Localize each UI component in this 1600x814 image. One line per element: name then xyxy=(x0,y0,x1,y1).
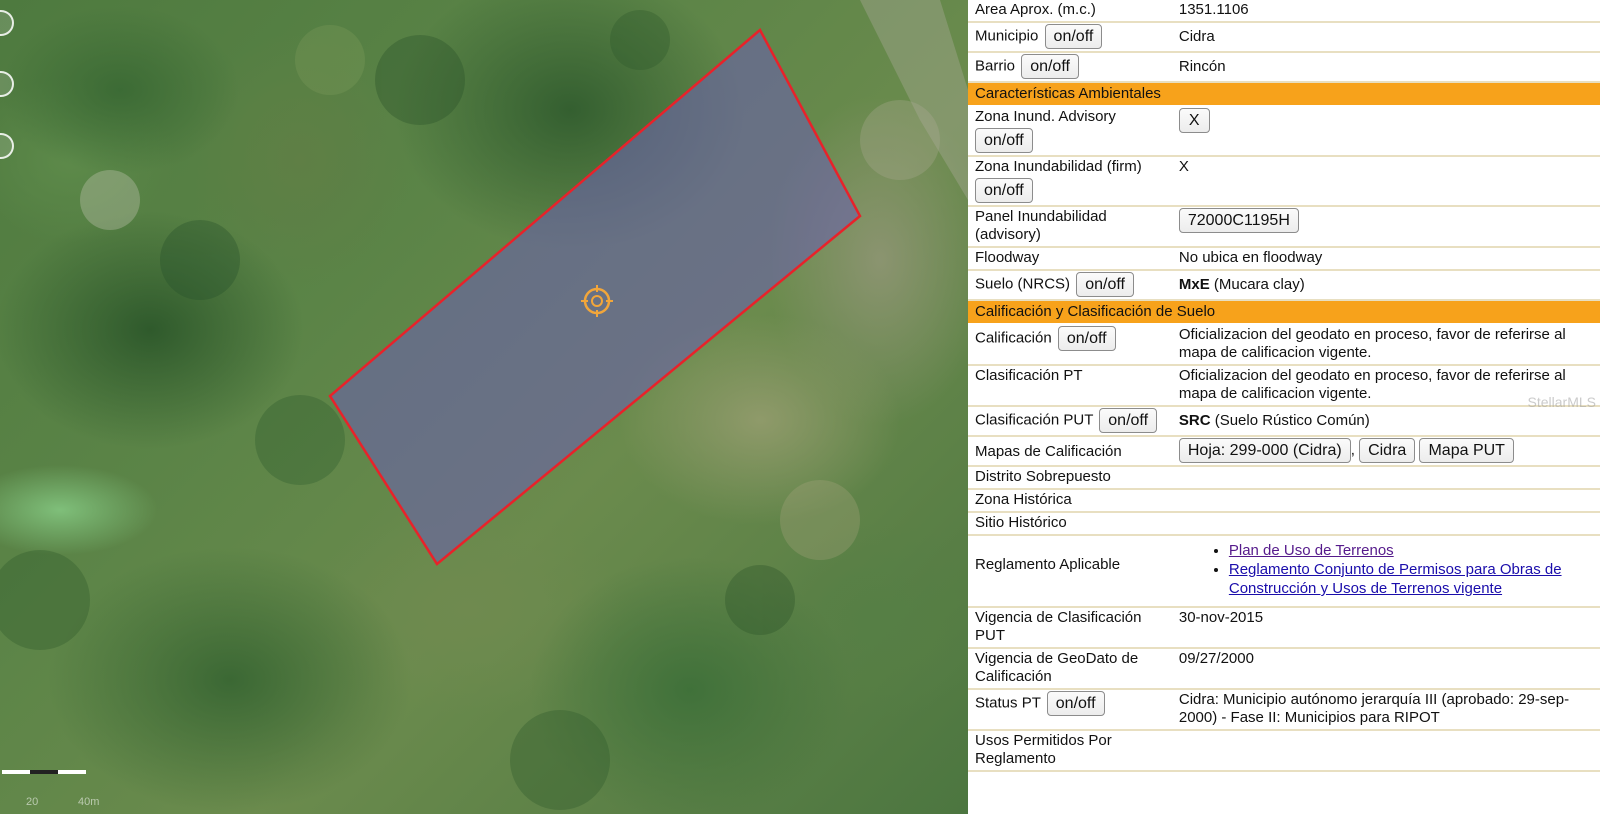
cidra-map-button[interactable]: Cidra xyxy=(1359,438,1416,463)
suelo-code: MxE xyxy=(1178,276,1210,293)
municipio-toggle-button[interactable]: on/off xyxy=(1044,24,1103,49)
row-barrio: Barrio on/off Rincón xyxy=(968,52,1600,83)
usos-label: Usos Permitidos Por Reglamento xyxy=(968,730,1172,772)
reglamento-conjunto-link[interactable]: Reglamento Conjunto de Permisos para Obr… xyxy=(1229,561,1562,597)
calificacion-toggle-button[interactable]: on/off xyxy=(1057,326,1116,351)
row-vigencia-put: Vigencia de Clasificación PUT 30-nov-201… xyxy=(968,607,1600,649)
status-pt-toggle-button[interactable]: on/off xyxy=(1046,691,1105,716)
row-reglamento: Reglamento Aplicable Plan de Uso de Terr… xyxy=(968,535,1600,608)
barrio-value: Rincón xyxy=(1171,52,1600,83)
vigencia-put-value: 30-nov-2015 xyxy=(1171,607,1600,649)
row-zona-historica: Zona Histórica xyxy=(968,489,1600,513)
mapas-label: Mapas de Calificación xyxy=(968,436,1172,467)
section-ambientales-title: Características Ambientales xyxy=(968,82,1600,107)
calificacion-value: Oficializacion del geodato en proceso, f… xyxy=(1171,324,1600,366)
floodway-label: Floodway xyxy=(968,247,1172,271)
floodway-value: No ubica en floodway xyxy=(1171,247,1600,271)
area-value: 1351.1106 xyxy=(1171,0,1600,23)
sitio-historico-label: Sitio Histórico xyxy=(968,512,1172,536)
row-usos: Usos Permitidos Por Reglamento xyxy=(968,730,1600,772)
status-pt-value: Cidra: Municipio autónomo jerarquía III … xyxy=(1171,689,1600,731)
calificacion-label: Calificación xyxy=(975,329,1052,347)
reglamento-link-item: Plan de Uso de Terrenos xyxy=(1229,541,1597,560)
aerial-map[interactable]: 20 40m xyxy=(0,0,968,814)
clasificacion-put-toggle-button[interactable]: on/off xyxy=(1099,408,1158,433)
map-overlay xyxy=(0,0,968,810)
clasificacion-put-code: SRC xyxy=(1178,412,1211,429)
reglamento-link-item: Reglamento Conjunto de Permisos para Obr… xyxy=(1229,560,1597,598)
parcel-info-panel: Area Aprox. (m.c.) 1351.1106 Municipio o… xyxy=(968,0,1600,814)
zona-firm-label: Zona Inundabilidad (firm) xyxy=(975,158,1142,175)
barrio-toggle-button[interactable]: on/off xyxy=(1021,54,1079,79)
suelo-description: (Mucara clay) xyxy=(1209,276,1305,293)
section-calificacion: Calificación y Clasificación de Suelo xyxy=(968,300,1600,325)
status-pt-label: Status PT xyxy=(975,694,1041,712)
distrito-label: Distrito Sobrepuesto xyxy=(968,466,1172,490)
suelo-label: Suelo (NRCS) xyxy=(975,275,1071,293)
usos-value xyxy=(1171,730,1600,772)
row-status-pt: Status PT on/off Cidra: Municipio autóno… xyxy=(968,689,1600,731)
scale-label-end: 40m xyxy=(78,796,100,808)
municipio-value: Cidra xyxy=(1171,22,1600,53)
barrio-label: Barrio xyxy=(975,57,1016,75)
suelo-toggle-button[interactable]: on/off xyxy=(1076,272,1134,297)
row-zona-firm: Zona Inundabilidad (firm) on/off X xyxy=(968,156,1600,207)
row-floodway: Floodway No ubica en floodway xyxy=(968,247,1600,271)
zona-firm-value: X xyxy=(1171,156,1600,207)
row-clasificacion-pt: Clasificación PT Oficializacion del geod… xyxy=(968,365,1600,407)
panel-label: Panel Inundabilidad (advisory) xyxy=(968,206,1172,248)
vigencia-geodato-label: Vigencia de GeoDato de Calificación xyxy=(968,648,1172,690)
distrito-value xyxy=(1171,466,1600,490)
row-calificacion: Calificación on/off Oficializacion del g… xyxy=(968,324,1600,366)
mapa-put-button[interactable]: Mapa PUT xyxy=(1419,438,1514,463)
row-suelo: Suelo (NRCS) on/off MxE (Mucara clay) xyxy=(968,270,1600,301)
plan-uso-terrenos-link[interactable]: Plan de Uso de Terrenos xyxy=(1229,542,1394,559)
clasificacion-pt-value: Oficializacion del geodato en proceso, f… xyxy=(1171,365,1600,407)
row-area: Area Aprox. (m.c.) 1351.1106 xyxy=(968,0,1600,23)
row-sitio-historico: Sitio Histórico xyxy=(968,512,1600,536)
vigencia-put-label: Vigencia de Clasificación PUT xyxy=(968,607,1172,649)
parcel-info-table: Area Aprox. (m.c.) 1351.1106 Municipio o… xyxy=(968,0,1600,772)
row-vigencia-geodato: Vigencia de GeoDato de Calificación 09/2… xyxy=(968,648,1600,690)
vigencia-geodato-value: 09/27/2000 xyxy=(1171,648,1600,690)
row-mapas: Mapas de Calificación Hoja: 299-000 (Cid… xyxy=(968,436,1600,467)
zona-advisory-x-button[interactable]: X xyxy=(1178,108,1210,133)
scale-label-mid: 20 xyxy=(26,796,39,808)
hoja-map-button[interactable]: Hoja: 299-000 (Cidra) xyxy=(1178,438,1351,463)
area-label: Area Aprox. (m.c.) xyxy=(968,0,1172,23)
section-calificacion-title: Calificación y Clasificación de Suelo xyxy=(968,300,1600,325)
section-ambientales: Características Ambientales xyxy=(968,82,1600,107)
row-clasificacion-put: Clasificación PUT on/off SRC (Suelo Rúst… xyxy=(968,406,1600,437)
municipio-label: Municipio xyxy=(975,27,1039,45)
clasificacion-put-description: (Suelo Rústico Común) xyxy=(1210,412,1370,429)
sitio-historico-value xyxy=(1171,512,1600,536)
zona-historica-label: Zona Histórica xyxy=(968,489,1172,513)
row-panel: Panel Inundabilidad (advisory) 72000C119… xyxy=(968,206,1600,248)
reglamento-label: Reglamento Aplicable xyxy=(968,535,1172,608)
row-zona-advisory: Zona Inund. Advisory on/off X xyxy=(968,106,1600,157)
zona-advisory-label: Zona Inund. Advisory xyxy=(975,108,1116,125)
mapas-separator: , xyxy=(1350,441,1355,459)
row-municipio: Municipio on/off Cidra xyxy=(968,22,1600,53)
scale-bar xyxy=(2,770,86,778)
reglamento-links: Plan de Uso de Terrenos Reglamento Conju… xyxy=(1179,541,1597,598)
zona-firm-toggle-button[interactable]: on/off xyxy=(975,178,1033,203)
zona-advisory-toggle-button[interactable]: on/off xyxy=(975,128,1033,153)
panel-id-button[interactable]: 72000C1195H xyxy=(1178,208,1299,233)
clasificacion-pt-label: Clasificación PT xyxy=(968,365,1172,407)
zona-historica-value xyxy=(1171,489,1600,513)
row-distrito: Distrito Sobrepuesto xyxy=(968,466,1600,490)
clasificacion-put-label: Clasificación PUT xyxy=(975,411,1094,429)
